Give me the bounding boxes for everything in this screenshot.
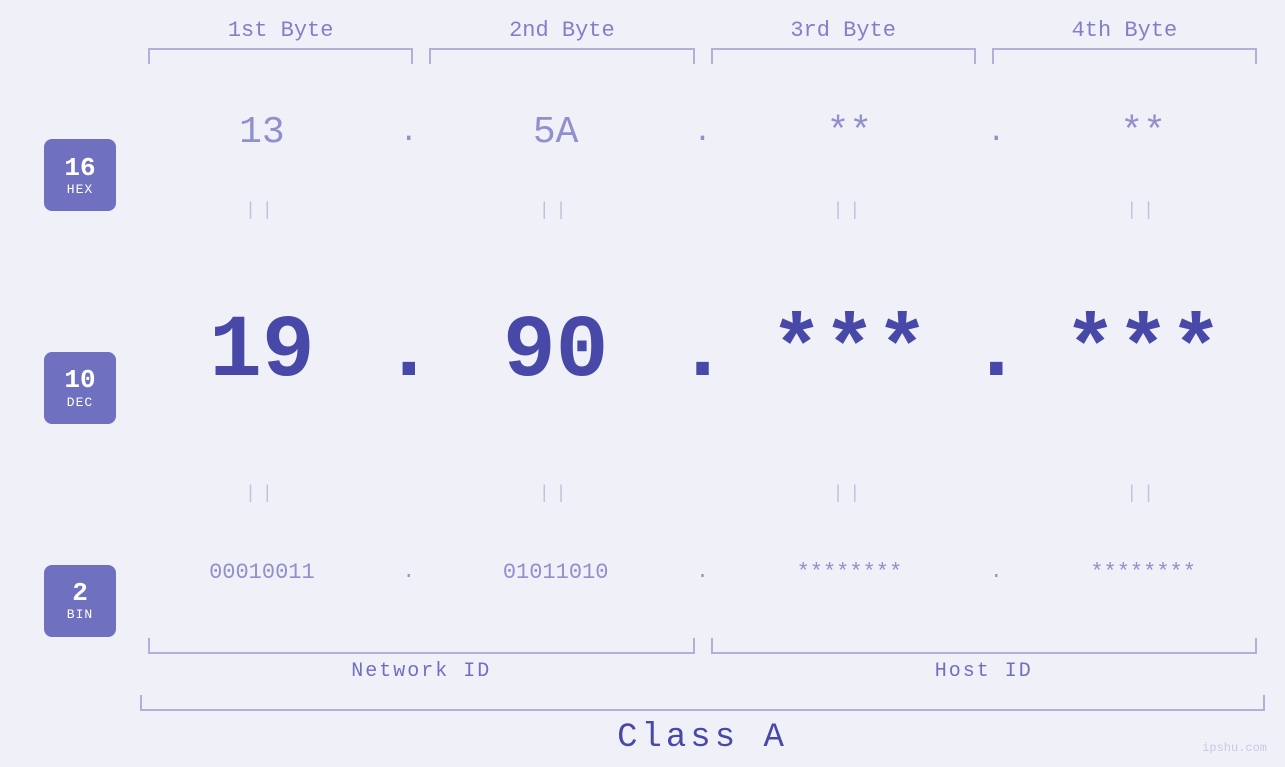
eq-cell-3: || [728,201,972,221]
eq-sign-1: || [245,201,279,221]
eq-sign-2: || [539,201,573,221]
bin-cell-4: ******** [1021,560,1265,585]
byte1-header: 1st Byte [140,18,421,43]
bin-sep-2: . [678,561,728,584]
watermark: ipshu.com [1202,741,1267,755]
dec-badge: 10 DEC [44,352,116,424]
bin-badge-number: 2 [72,579,88,608]
top-bracket-1 [148,48,413,64]
bin-value-3: ******** [797,560,903,585]
dec-cell-4: *** [1021,303,1265,402]
equals-row-1: || || || || [140,197,1265,225]
hex-dot-2: . [693,116,711,150]
dec-sep-2: . [678,303,728,402]
hex-dot-1: . [400,116,418,150]
hex-cell-1: 13 [140,111,384,154]
byte2-header: 2nd Byte [421,18,702,43]
bin-cell-1: 00010011 [140,560,384,585]
bin-dot-1: . [403,561,415,584]
dec-badge-number: 10 [64,366,95,395]
eq2-sign-3: || [833,484,867,504]
class-row: Class A [140,719,1265,757]
bin-dot-2: . [696,561,708,584]
eq-sign-4: || [1126,201,1160,221]
hex-value-4: ** [1120,111,1166,154]
dec-value-3: *** [770,303,928,402]
byte4-header: 4th Byte [984,18,1265,43]
eq2-cell-1: || [140,484,384,504]
bottom-brackets-row [140,638,1265,654]
class-label: Class A [617,719,788,757]
top-bracket-2 [429,48,694,64]
hex-sep-1: . [384,116,434,150]
byte3-header: 3rd Byte [703,18,984,43]
page-wrapper: 1st Byte 2nd Byte 3rd Byte 4th Byte 16 H… [0,0,1285,767]
hex-sep-3: . [971,116,1021,150]
bottom-area: Network ID Host ID Class A [140,638,1265,757]
bin-badge-label: BIN [67,607,93,622]
dec-row: 19 . 90 . *** . *** [140,225,1265,481]
eq-cell-1: || [140,201,384,221]
top-bracket-4 [992,48,1257,64]
hex-sep-2: . [678,116,728,150]
dec-badge-label: DEC [67,395,93,410]
dec-cell-3: *** [728,303,972,402]
dec-value-4: *** [1064,303,1222,402]
eq2-cell-4: || [1021,484,1265,504]
dec-value-2: 90 [503,303,609,402]
eq-cell-4: || [1021,201,1265,221]
hex-cell-3: ** [728,111,972,154]
hex-cell-4: ** [1021,111,1265,154]
main-data-area: 16 HEX 10 DEC 2 BIN 13 . [20,69,1265,757]
top-brackets [140,48,1265,64]
bin-sep-1: . [384,561,434,584]
bracket-network [148,638,695,654]
bin-value-1: 00010011 [209,560,315,585]
data-rows: 13 . 5A . ** . ** [140,69,1265,757]
dec-sep-3: . [971,303,1021,402]
bin-value-2: 01011010 [503,560,609,585]
eq2-cell-3: || [728,484,972,504]
dec-cell-1: 19 [140,303,384,402]
host-id-label: Host ID [703,660,1266,683]
eq2-sign-2: || [539,484,573,504]
hex-badge: 16 HEX [44,139,116,211]
dec-dot-3: . [970,303,1023,402]
bin-badge: 2 BIN [44,565,116,637]
top-bracket-3 [711,48,976,64]
bin-dot-3: . [990,561,1002,584]
dec-dot-2: . [676,303,729,402]
hex-badge-label: HEX [67,182,93,197]
hex-dot-3: . [987,116,1005,150]
large-bottom-bracket [140,695,1265,711]
bin-cell-3: ******** [728,560,972,585]
dec-cell-2: 90 [434,303,678,402]
eq2-cell-2: || [434,484,678,504]
hex-badge-number: 16 [64,154,95,183]
eq-cell-2: || [434,201,678,221]
network-id-label: Network ID [140,660,703,683]
bin-sep-3: . [971,561,1021,584]
eq2-sign-4: || [1126,484,1160,504]
dec-value-1: 19 [209,303,315,402]
equals-row-2: || || || || [140,480,1265,508]
bin-value-4: ******** [1090,560,1196,585]
eq2-sign-1: || [245,484,279,504]
hex-value-1: 13 [239,111,285,154]
byte-headers-row: 1st Byte 2nd Byte 3rd Byte 4th Byte [140,18,1265,43]
hex-row: 13 . 5A . ** . ** [140,69,1265,197]
hex-value-3: ** [827,111,873,154]
bin-cell-2: 01011010 [434,560,678,585]
dec-sep-1: . [384,303,434,402]
dec-dot-1: . [382,303,435,402]
bin-row: 00010011 . 01011010 . ******** . [140,508,1265,636]
eq-sign-3: || [833,201,867,221]
badges-column: 16 HEX 10 DEC 2 BIN [20,69,140,757]
hex-value-2: 5A [533,111,579,154]
bracket-host [711,638,1258,654]
hex-cell-2: 5A [434,111,678,154]
bottom-labels: Network ID Host ID [140,660,1265,683]
